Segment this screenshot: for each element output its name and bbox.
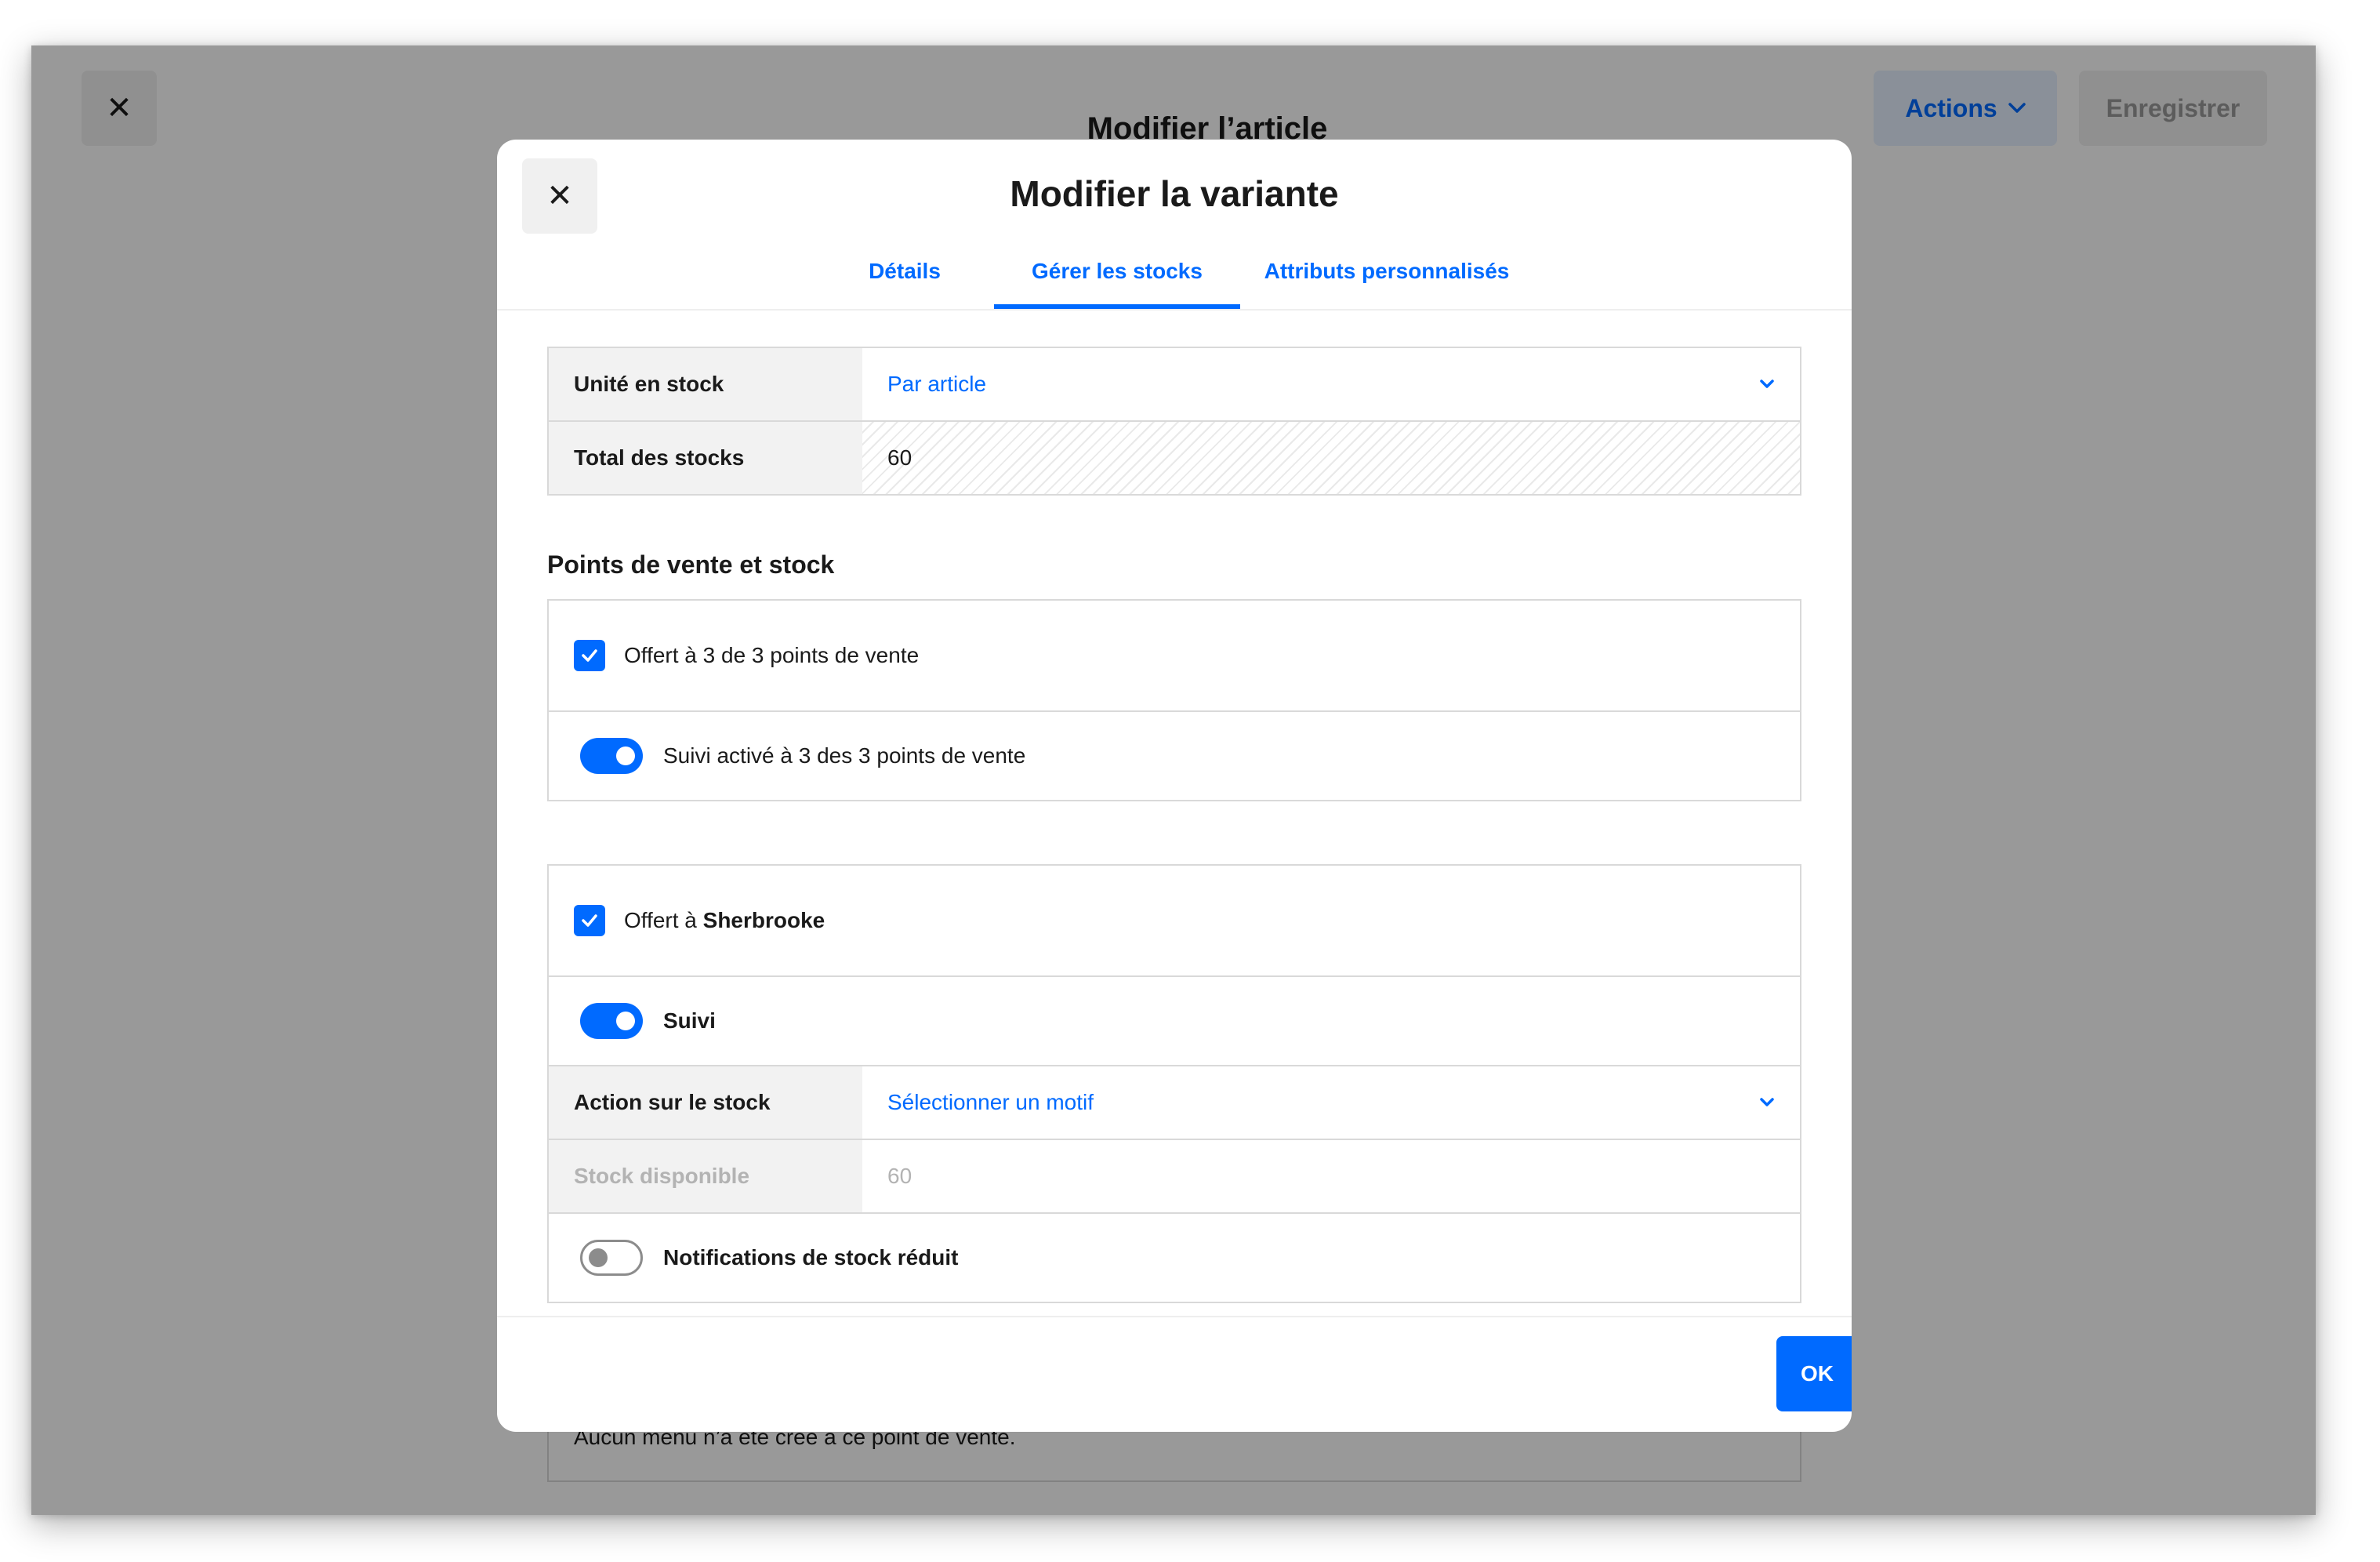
chevron-down-icon — [1760, 1098, 1774, 1106]
section-heading: Points de vente et stock — [547, 550, 835, 579]
stock-unit-row: Unité en stock Par article — [549, 348, 1800, 420]
low-stock-row: Notifications de stock réduit — [549, 1212, 1800, 1302]
stock-summary-table: Unité en stock Par article Total des sto… — [547, 347, 1801, 496]
tab-manage-stock[interactable]: Gérer les stocks — [994, 249, 1240, 309]
stock-unit-value: Par article — [887, 372, 987, 396]
offered-all-checkbox[interactable] — [574, 640, 605, 671]
tab-details[interactable]: Détails — [834, 249, 975, 309]
stock-action-row: Action sur le stock Sélectionner un moti… — [549, 1065, 1800, 1139]
stock-unit-label: Unité en stock — [549, 348, 862, 420]
total-stock-value: 60 — [862, 422, 1800, 494]
app-window: ✕ Modifier l’article Actions Enregistrer… — [31, 45, 2316, 1515]
stock-action-placeholder: Sélectionner un motif — [887, 1090, 1094, 1114]
tracking-row: Suivi — [549, 975, 1800, 1065]
offered-location-checkbox[interactable] — [574, 905, 605, 936]
edit-variant-modal: ✕ Modifier la variante Détails Gérer les… — [497, 140, 1852, 1432]
low-stock-toggle[interactable] — [580, 1240, 643, 1276]
all-locations-box: Offert à 3 de 3 points de vente Suivi ac… — [547, 599, 1801, 801]
toggle-knob — [616, 1012, 635, 1030]
location-box: Offert à Sherbrooke Suivi Action sur le … — [547, 864, 1801, 1303]
stock-action-label: Action sur le stock — [549, 1066, 862, 1139]
footer-divider — [497, 1316, 1852, 1317]
toggle-knob — [616, 746, 635, 765]
tracking-all-toggle[interactable] — [580, 738, 643, 774]
location-name: Sherbrooke — [702, 908, 825, 932]
total-stock-label: Total des stocks — [549, 422, 862, 494]
header-divider — [497, 309, 1852, 311]
offered-all-row: Offert à 3 de 3 points de vente — [549, 601, 1800, 710]
offered-location-row: Offert à Sherbrooke — [549, 866, 1800, 975]
available-stock-row: Stock disponible 60 — [549, 1139, 1800, 1212]
tracking-toggle[interactable] — [580, 1003, 643, 1039]
available-stock-input: 60 — [887, 1164, 912, 1188]
stock-action-select[interactable]: Sélectionner un motif — [862, 1090, 1800, 1115]
check-icon — [582, 914, 597, 927]
toggle-knob — [589, 1248, 608, 1267]
low-stock-label: Notifications de stock réduit — [663, 1245, 959, 1270]
tracking-label: Suivi — [663, 1008, 716, 1033]
available-stock-label: Stock disponible — [549, 1140, 862, 1212]
tracking-all-row: Suivi activé à 3 des 3 points de vente — [549, 710, 1800, 800]
tracking-all-text: Suivi activé à 3 des 3 points de vente — [663, 743, 1026, 768]
check-icon — [582, 649, 597, 662]
tab-custom-attributes[interactable]: Attributs personnalisés — [1257, 249, 1516, 309]
chevron-down-icon — [1760, 380, 1774, 388]
total-stock-row: Total des stocks 60 — [549, 420, 1800, 494]
offered-location-prefix: Offert à — [624, 908, 703, 932]
stock-unit-select[interactable]: Par article — [862, 348, 1800, 420]
modal-title: Modifier la variante — [1010, 173, 1339, 214]
ok-button[interactable]: OK — [1776, 1336, 1852, 1411]
offered-all-text: Offert à 3 de 3 points de vente — [624, 643, 920, 667]
